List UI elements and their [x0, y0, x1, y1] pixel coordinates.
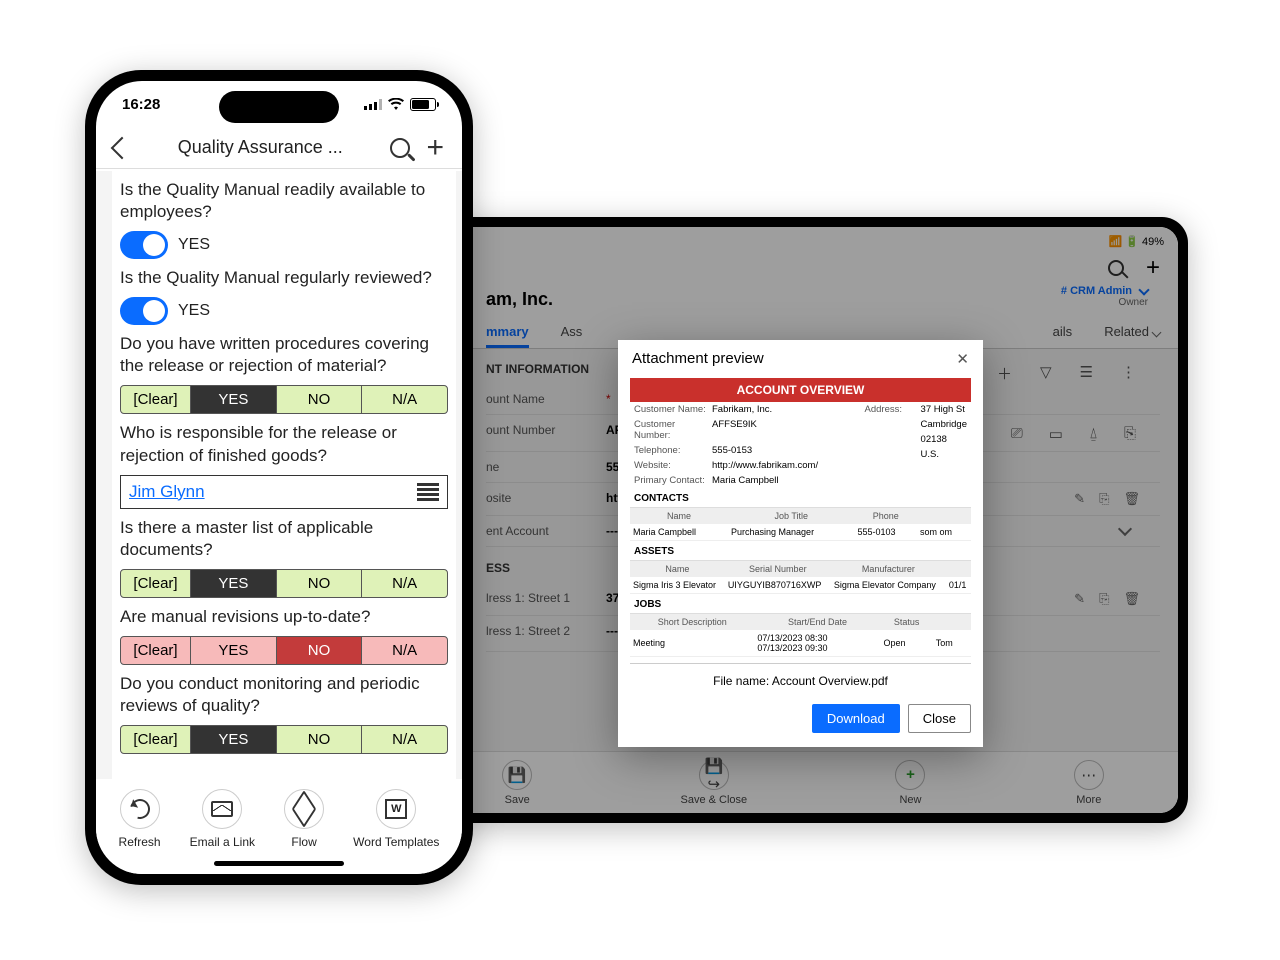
word-icon: W	[385, 799, 407, 819]
jobs-header: JOBS	[630, 594, 971, 614]
phone-header: Quality Assurance ... +	[96, 127, 462, 169]
segment-na[interactable]: N/A	[362, 570, 447, 597]
flow-icon	[293, 802, 315, 816]
question-label: Do you have written procedures covering …	[120, 333, 448, 377]
page-title: Quality Assurance ...	[146, 137, 374, 158]
toggle-switch[interactable]	[120, 231, 168, 259]
table-row: Sigma Iris 3 ElevatorUIYGUYIB870716XWPSi…	[630, 577, 971, 594]
assets-header: ASSETS	[630, 541, 971, 561]
phone-notch	[219, 91, 339, 123]
battery-icon	[410, 98, 436, 111]
question-label: Is the Quality Manual regularly reviewed…	[120, 267, 448, 289]
question-label: Do you conduct monitoring and periodic r…	[120, 673, 448, 717]
segment-clear[interactable]: [Clear]	[121, 637, 191, 664]
search-icon[interactable]	[390, 138, 410, 158]
segment-yes[interactable]: YES	[191, 726, 277, 753]
segment-control[interactable]: [Clear] YES NO N/A	[120, 636, 448, 665]
question-label: Who is responsible for the release or re…	[120, 422, 448, 466]
phone-frame: 16:28 Quality Assurance ... + Is the Qua…	[85, 70, 473, 885]
question-label: Is the Quality Manual readily available …	[120, 179, 448, 223]
attachment-preview-modal: Attachment preview ✕ ACCOUNT OVERVIEW Cu…	[618, 340, 983, 747]
segment-no[interactable]: NO	[277, 637, 363, 664]
contacts-table: NameJob TitlePhone Maria CampbellPurchas…	[630, 508, 971, 541]
mail-icon	[211, 801, 233, 817]
segment-no[interactable]: NO	[277, 726, 363, 753]
segment-yes[interactable]: YES	[191, 386, 277, 413]
segment-clear[interactable]: [Clear]	[121, 570, 191, 597]
close-button[interactable]: Close	[908, 704, 971, 733]
wifi-icon	[388, 98, 404, 110]
download-button[interactable]: Download	[812, 704, 900, 733]
segment-no[interactable]: NO	[277, 386, 363, 413]
file-name-label: File name: Account Overview.pdf	[630, 663, 971, 696]
phone-screen: 16:28 Quality Assurance ... + Is the Qua…	[96, 81, 462, 874]
refresh-icon	[126, 795, 153, 822]
question-form[interactable]: Is the Quality Manual readily available …	[96, 171, 462, 779]
person-link[interactable]: Jim Glynn	[129, 482, 205, 502]
modal-title: Attachment preview	[632, 350, 764, 368]
question-label: Are manual revisions up-to-date?	[120, 606, 448, 628]
segment-yes[interactable]: YES	[191, 637, 277, 664]
table-row: Maria CampbellPurchasing Manager555-0103…	[630, 524, 971, 541]
toggle-control[interactable]: YES	[120, 231, 448, 259]
segment-na[interactable]: N/A	[362, 637, 447, 664]
refresh-button[interactable]: Refresh	[119, 789, 161, 874]
back-icon[interactable]	[111, 136, 134, 159]
segment-clear[interactable]: [Clear]	[121, 726, 191, 753]
toggle-control[interactable]: YES	[120, 297, 448, 325]
close-icon[interactable]: ✕	[956, 350, 969, 368]
assets-table: NameSerial NumberManufacturer Sigma Iris…	[630, 561, 971, 594]
doc-header: ACCOUNT OVERVIEW	[630, 378, 971, 402]
add-icon[interactable]: +	[426, 133, 444, 163]
status-time: 16:28	[122, 96, 160, 113]
phone-footer: Refresh Email a Link Flow W Word Templat…	[96, 779, 462, 874]
toggle-switch[interactable]	[120, 297, 168, 325]
segment-control[interactable]: [Clear] YES NO N/A	[120, 569, 448, 598]
home-indicator	[214, 861, 344, 866]
jobs-table: Short DescriptionStart/End DateStatus Me…	[630, 614, 971, 657]
segment-no[interactable]: NO	[277, 570, 363, 597]
segment-control[interactable]: [Clear] YES NO N/A	[120, 725, 448, 754]
question-label: Is there a master list of applicable doc…	[120, 517, 448, 561]
cellular-icon	[364, 98, 382, 110]
word-templates-button[interactable]: W Word Templates	[353, 789, 439, 874]
menu-icon[interactable]	[417, 483, 439, 501]
segment-clear[interactable]: [Clear]	[121, 386, 191, 413]
table-row: Meeting07/13/2023 08:30 07/13/2023 09:30…	[630, 630, 971, 657]
segment-na[interactable]: N/A	[362, 726, 447, 753]
contacts-header: CONTACTS	[630, 488, 971, 508]
segment-yes[interactable]: YES	[191, 570, 277, 597]
text-input[interactable]: Jim Glynn	[120, 475, 448, 509]
segment-control[interactable]: [Clear] YES NO N/A	[120, 385, 448, 414]
segment-na[interactable]: N/A	[362, 386, 447, 413]
